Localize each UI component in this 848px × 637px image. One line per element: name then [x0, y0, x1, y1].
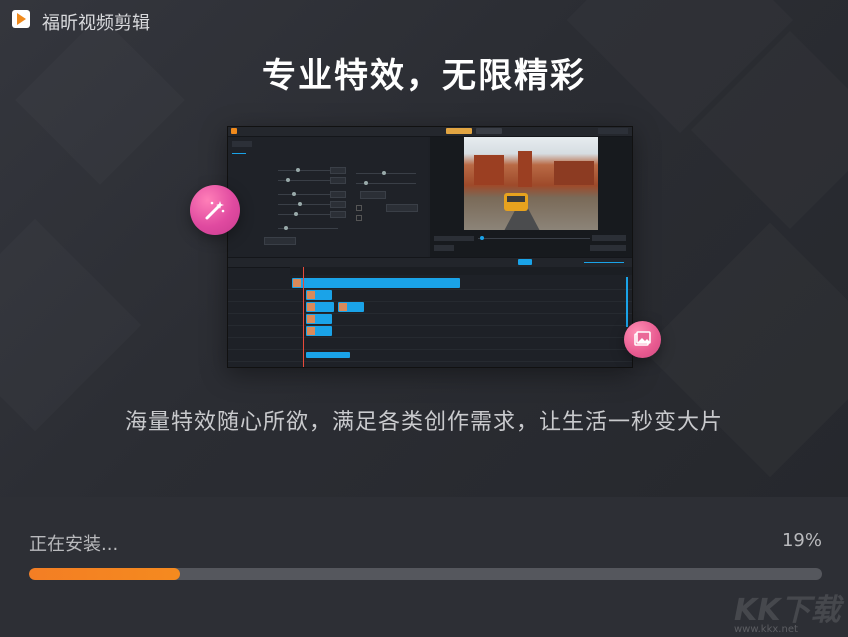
mock-video-preview: [430, 137, 632, 257]
mock-scroll-indicator: [626, 277, 628, 327]
editor-preview-image: [227, 126, 633, 368]
bg-shape: [15, 15, 185, 185]
install-progress-fill: [29, 568, 180, 580]
install-progress-section: 正在安装... 19%: [0, 497, 848, 637]
watermark-logo: KK下载: [734, 593, 841, 628]
magic-wand-icon: [190, 185, 240, 235]
watermark-url: www.kkx.net: [734, 624, 798, 635]
mock-playhead: [303, 267, 304, 367]
bg-shape: [643, 223, 848, 478]
image-icon: [624, 321, 661, 358]
installer-hero: 福昕视频剪辑 专业特效，无限精彩 海量特效随心所欲，满足各类创作需求，让生活一秒…: [0, 0, 848, 497]
hero-subline: 海量特效随心所欲，满足各类创作需求，让生活一秒变大片: [124, 410, 723, 435]
bg-shape: [0, 219, 141, 431]
install-status-text: 正在安装...: [29, 534, 119, 555]
hero-headline: 专业特效，无限精彩: [262, 56, 586, 96]
install-percent: 19%: [781, 530, 822, 551]
mock-menubar: [228, 127, 632, 137]
mock-timeline-ruler: [290, 267, 632, 275]
mock-timeline-tracks: [228, 277, 632, 367]
play-logo-icon: [12, 10, 30, 28]
window-title: 福昕视频剪辑: [42, 13, 150, 34]
mock-property-panel: [228, 137, 428, 257]
install-progress-bar: [29, 568, 822, 580]
